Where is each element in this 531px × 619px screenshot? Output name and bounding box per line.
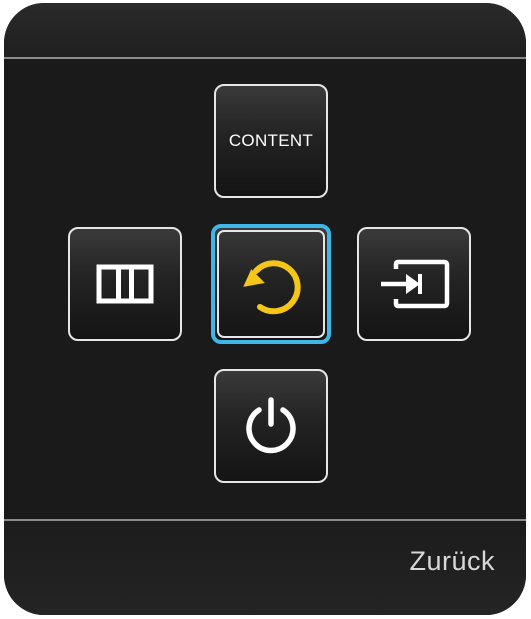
power-icon xyxy=(241,396,301,456)
return-icon xyxy=(236,249,306,319)
source-input-icon xyxy=(378,259,450,309)
menu-button[interactable] xyxy=(68,227,182,341)
top-bar xyxy=(4,3,526,57)
menu-icon xyxy=(96,264,154,304)
return-button[interactable] xyxy=(211,224,331,344)
power-button[interactable] xyxy=(214,369,328,483)
content-button-label: CONTENT xyxy=(228,131,314,150)
back-label[interactable]: Zurück xyxy=(409,546,495,577)
source-button[interactable] xyxy=(357,227,471,341)
top-divider xyxy=(4,57,526,59)
content-button[interactable]: CONTENT xyxy=(214,84,328,198)
